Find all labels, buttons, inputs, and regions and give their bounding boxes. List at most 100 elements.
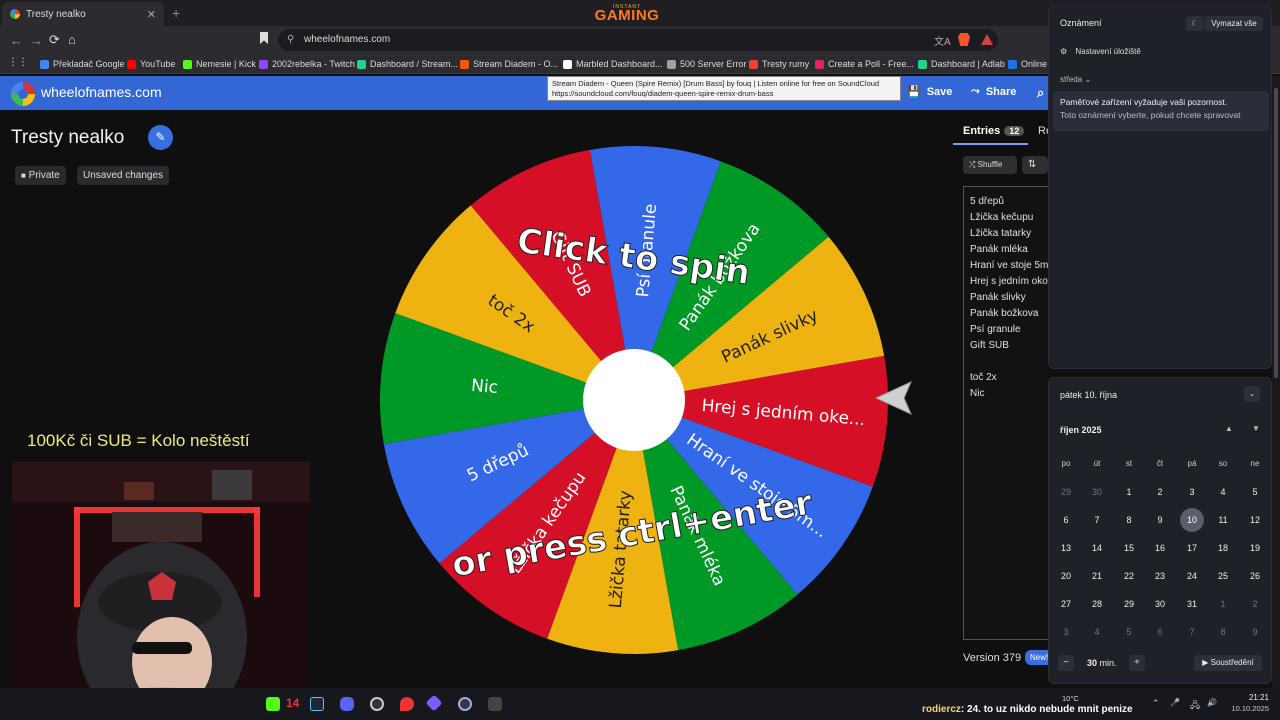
- scrollbar-thumb[interactable]: [1274, 88, 1278, 378]
- maps-pin-icon[interactable]: [400, 697, 414, 711]
- weather-temperature[interactable]: 10°C: [1062, 694, 1079, 703]
- tab-underline: [953, 143, 1028, 145]
- calendar-day[interactable]: 14: [1085, 536, 1109, 560]
- calendar-date-label: pátek 10. října: [1060, 390, 1118, 400]
- calendar-day[interactable]: 9: [1243, 620, 1267, 644]
- calendar-day[interactable]: 24: [1180, 564, 1204, 588]
- calendar-day[interactable]: 27: [1054, 592, 1078, 616]
- calendar-day[interactable]: 5: [1243, 480, 1267, 504]
- clear-all-button[interactable]: Vymazat vše: [1205, 16, 1263, 31]
- tab-entries[interactable]: Entries 12: [963, 125, 1025, 137]
- calendar-day[interactable]: 6: [1148, 620, 1172, 644]
- calendar-day[interactable]: 25: [1211, 564, 1235, 588]
- calendar-day[interactable]: 11: [1211, 508, 1235, 532]
- calendar-weekday: st: [1125, 459, 1133, 468]
- calendar-day[interactable]: 23: [1148, 564, 1172, 588]
- calendar-day[interactable]: 20: [1054, 564, 1078, 588]
- calendar-day[interactable]: 31: [1180, 592, 1204, 616]
- calendar-day[interactable]: 1: [1117, 480, 1141, 504]
- chevron-down-icon[interactable]: ▼: [1252, 424, 1260, 433]
- calendar-collapse-icon[interactable]: ⌄: [1244, 386, 1260, 402]
- calendar-day[interactable]: 21: [1085, 564, 1109, 588]
- gear-icon: ⚙: [1060, 47, 1068, 56]
- chat-overlay-message: rodiercz: 24. to uz nikdo nebude mnit pe…: [922, 704, 1133, 715]
- calendar-day[interactable]: 2: [1148, 480, 1172, 504]
- day-group[interactable]: středa ⌄: [1060, 75, 1091, 84]
- version-label: Version 379: [963, 652, 1022, 664]
- calendar-month-label: říjen 2025: [1060, 425, 1102, 435]
- notification-card[interactable]: Paměťové zařízení vyžaduje vaši pozornos…: [1053, 91, 1269, 131]
- entries-tab-label: Entries: [963, 125, 1001, 137]
- calendar-day[interactable]: 4: [1085, 620, 1109, 644]
- entry-line: Nic: [970, 388, 985, 399]
- network-icon[interactable]: 🖧: [1190, 698, 1200, 714]
- chevron-down-icon: ⌄: [1084, 75, 1092, 84]
- calendar-day[interactable]: 30: [1085, 480, 1109, 504]
- volume-icon[interactable]: 🔊: [1207, 698, 1217, 707]
- clock-date[interactable]: 10.10.2025: [1220, 704, 1269, 713]
- focus-value: 30: [1087, 658, 1098, 668]
- entries-count-badge: 12: [1004, 126, 1025, 136]
- focus-increase-button[interactable]: +: [1129, 655, 1145, 671]
- microphone-icon[interactable]: 🎤: [1170, 698, 1180, 707]
- focus-session-button[interactable]: ▶ Soustředění: [1194, 655, 1262, 671]
- calendar-day[interactable]: 17: [1180, 536, 1204, 560]
- calendar-day[interactable]: 22: [1117, 564, 1141, 588]
- calendar-day[interactable]: 7: [1085, 508, 1109, 532]
- calendar-day[interactable]: 5: [1117, 620, 1141, 644]
- calendar-weekday: pá: [1187, 459, 1197, 468]
- stream-overlay-text: 100Kč či SUB = Kolo neštěstí: [27, 431, 250, 450]
- calendar-day[interactable]: 28: [1085, 592, 1109, 616]
- sort-icon: ⇅: [1028, 159, 1037, 170]
- calendar-day[interactable]: 29: [1054, 480, 1078, 504]
- chevron-up-icon[interactable]: ▲: [1225, 424, 1233, 433]
- calendar-day[interactable]: 7: [1180, 620, 1204, 644]
- calendar-day[interactable]: 15: [1117, 536, 1141, 560]
- calendar-day[interactable]: 8: [1117, 508, 1141, 532]
- wheel-center[interactable]: [583, 349, 685, 451]
- tool-icon[interactable]: [488, 697, 502, 711]
- discord-icon[interactable]: [340, 697, 354, 711]
- steam-icon[interactable]: [310, 697, 324, 711]
- tray-overflow-icon[interactable]: ⌃: [1152, 698, 1160, 709]
- calendar-day[interactable]: 3: [1054, 620, 1078, 644]
- calendar-day[interactable]: 13: [1054, 536, 1078, 560]
- shuffle-button[interactable]: ⤮ Shuffle: [963, 156, 1017, 174]
- calendar-day[interactable]: 10: [1180, 508, 1204, 532]
- obs-icon[interactable]: [370, 697, 384, 711]
- calendar-day[interactable]: 30: [1148, 592, 1172, 616]
- calendar-day[interactable]: 29: [1117, 592, 1141, 616]
- notification-message-title: Paměťové zařízení vyžaduje vaši pozornos…: [1060, 97, 1228, 107]
- calendar-flyout: pátek 10. října ⌄ říjen 2025 ▲ ▼ po út st č…: [1048, 377, 1272, 684]
- focus-assist-icon[interactable]: ☾: [1186, 16, 1204, 31]
- clock-time[interactable]: 21:21: [1229, 693, 1269, 702]
- calendar-day[interactable]: 18: [1211, 536, 1235, 560]
- sort-button[interactable]: ⇅: [1022, 156, 1048, 174]
- entry-line: Hraní ve stoje 5m: [970, 260, 1048, 271]
- calendar-day[interactable]: 9: [1148, 508, 1172, 532]
- calendar-day[interactable]: 2: [1243, 592, 1267, 616]
- notification-title: Oznámení: [1060, 18, 1102, 28]
- focus-decrease-button[interactable]: −: [1058, 655, 1074, 671]
- calendar-weekday: so: [1218, 459, 1228, 468]
- calendar-day[interactable]: 26: [1243, 564, 1267, 588]
- calendar-day[interactable]: 8: [1211, 620, 1235, 644]
- notification-center: Oznámení ☾ Vymazat vše ⚙ Nastavení úloži…: [1048, 6, 1272, 369]
- shuffle-label: Shuffle: [977, 160, 1003, 169]
- calendar-day[interactable]: 4: [1211, 480, 1235, 504]
- wheel-segment-label: Nic: [470, 376, 498, 398]
- calendar-day[interactable]: 1: [1211, 592, 1235, 616]
- kick-icon[interactable]: [266, 697, 280, 711]
- entry-line: 5 dřepů: [970, 196, 1004, 207]
- calendar-day[interactable]: 19: [1243, 536, 1267, 560]
- entry-line: Hrej s jedním oko: [970, 276, 1048, 287]
- calendar-weekday: čt: [1156, 459, 1164, 468]
- entry-line: Panák slivky: [970, 292, 1026, 303]
- calendar-day[interactable]: 12: [1243, 508, 1267, 532]
- calendar-day[interactable]: 6: [1054, 508, 1078, 532]
- calendar-day[interactable]: 16: [1148, 536, 1172, 560]
- calendar-day[interactable]: 3: [1180, 480, 1204, 504]
- storage-settings-item[interactable]: ⚙ Nastavení úložiště: [1060, 47, 1141, 56]
- app-icon[interactable]: [458, 697, 472, 711]
- calendar-weekday: po: [1061, 459, 1071, 468]
